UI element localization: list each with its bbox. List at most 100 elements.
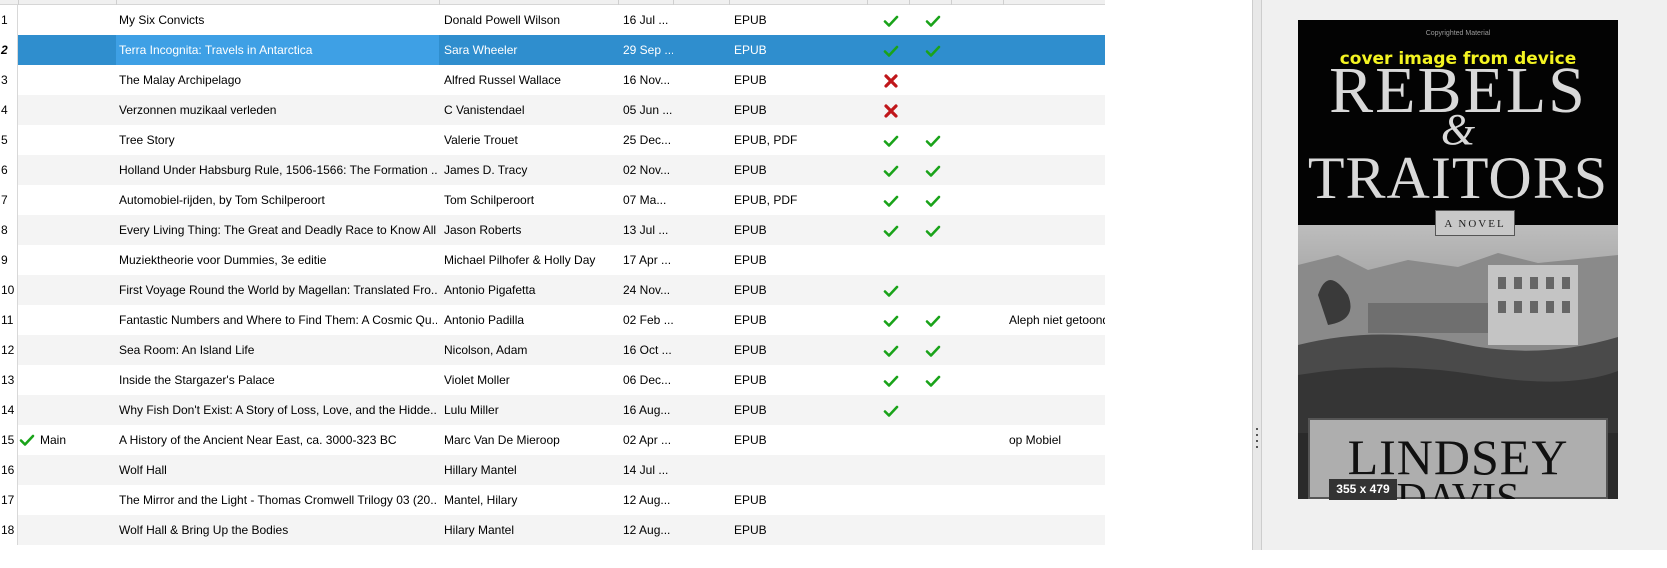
cell-date[interactable]: 25 Dec... — [618, 125, 673, 155]
cell-title[interactable]: Terra Incognita: Travels in Antarctica — [116, 35, 437, 65]
pane-splitter[interactable] — [1252, 0, 1262, 550]
table-row-selected[interactable]: 2 Terra Incognita: Travels in Antarctica S… — [0, 35, 1105, 65]
cell-on-device[interactable] — [18, 185, 116, 215]
row-number[interactable]: 18 — [0, 515, 18, 545]
cell-date[interactable]: 16 Jul ... — [618, 5, 673, 35]
row-number[interactable]: 10 — [0, 275, 18, 305]
cell-on-device[interactable] — [18, 245, 116, 275]
row-number[interactable]: 16 — [0, 455, 18, 485]
cell-status-2[interactable] — [915, 95, 951, 125]
cell-note[interactable] — [1003, 95, 1105, 125]
cell-on-device[interactable] — [18, 125, 116, 155]
cell-title[interactable]: Wolf Hall & Bring Up the Bodies — [116, 515, 437, 545]
cell-status-1[interactable] — [873, 215, 909, 245]
cell-author[interactable]: C Vanistendael — [439, 95, 618, 125]
cell-status-1[interactable] — [873, 395, 909, 425]
table-row[interactable]: 1 My Six Convicts Donald Powell Wilson 16 J… — [0, 5, 1105, 35]
cell-formats[interactable]: EPUB — [729, 215, 867, 245]
cell-note[interactable]: op Mobiel — [1003, 425, 1105, 455]
table-row[interactable]: 6 Holland Under Habsburg Rule, 1506-1566:… — [0, 155, 1105, 185]
cell-on-device[interactable] — [18, 65, 116, 95]
cell-note[interactable] — [1003, 35, 1105, 65]
cell-date[interactable]: 17 Apr ... — [618, 245, 673, 275]
cell-status-1[interactable] — [873, 335, 909, 365]
cell-author[interactable]: James D. Tracy — [439, 155, 618, 185]
cell-formats[interactable]: EPUB — [729, 515, 867, 545]
cell-author[interactable]: Antonio Padilla — [439, 305, 618, 335]
table-row[interactable]: 13 Inside the Stargazer's Palace Violet Mo… — [0, 365, 1105, 395]
cell-author[interactable]: Antonio Pigafetta — [439, 275, 618, 305]
cell-status-2[interactable] — [915, 305, 951, 335]
cell-formats[interactable]: EPUB, PDF — [729, 125, 867, 155]
cell-note[interactable] — [1003, 5, 1105, 35]
cell-on-device[interactable] — [18, 365, 116, 395]
row-number[interactable]: 11 — [0, 305, 18, 335]
cell-on-device[interactable] — [18, 155, 116, 185]
cell-note[interactable] — [1003, 515, 1105, 545]
cell-status-2[interactable] — [915, 365, 951, 395]
cell-status-1[interactable] — [873, 95, 909, 125]
book-list-table[interactable]: 1 My Six Convicts Donald Powell Wilson 16 J… — [0, 0, 1252, 550]
cell-status-2[interactable] — [915, 395, 951, 425]
splitter-grip-icon[interactable] — [1256, 428, 1259, 452]
cell-formats[interactable]: EPUB — [729, 5, 867, 35]
cell-formats[interactable]: EPUB — [729, 335, 867, 365]
cell-formats[interactable]: EPUB — [729, 245, 867, 275]
cell-formats[interactable]: EPUB — [729, 425, 867, 455]
cell-formats[interactable]: EPUB — [729, 95, 867, 125]
row-number[interactable]: 8 — [0, 215, 18, 245]
cell-title[interactable]: Muziektheorie voor Dummies, 3e editie — [116, 245, 437, 275]
row-number[interactable]: 7 — [0, 185, 18, 215]
cell-status-2[interactable] — [915, 455, 951, 485]
cell-date[interactable]: 13 Jul ... — [618, 215, 673, 245]
cell-status-1[interactable] — [873, 125, 909, 155]
cell-author[interactable]: Alfred Russel Wallace — [439, 65, 618, 95]
table-row[interactable]: 11 Fantastic Numbers and Where to Find Th… — [0, 305, 1105, 335]
cell-date[interactable]: 16 Nov... — [618, 65, 673, 95]
cell-date[interactable]: 16 Aug... — [618, 395, 673, 425]
cell-on-device[interactable] — [18, 95, 116, 125]
cell-status-2[interactable] — [915, 245, 951, 275]
cell-status-1[interactable] — [873, 365, 909, 395]
cell-status-2[interactable] — [915, 515, 951, 545]
cell-title[interactable]: First Voyage Round the World by Magellan… — [116, 275, 437, 305]
cell-title[interactable]: Automobiel-rijden, by Tom Schilperoort — [116, 185, 437, 215]
cell-status-2[interactable] — [915, 215, 951, 245]
cell-date[interactable]: 16 Oct ... — [618, 335, 673, 365]
cell-status-1[interactable] — [873, 185, 909, 215]
row-number[interactable]: 12 — [0, 335, 18, 365]
cell-author[interactable]: Donald Powell Wilson — [439, 5, 618, 35]
row-number[interactable]: 4 — [0, 95, 18, 125]
cell-status-1[interactable] — [873, 245, 909, 275]
cell-status-2[interactable] — [915, 5, 951, 35]
cell-status-1[interactable] — [873, 35, 909, 65]
table-row[interactable]: 14 Why Fish Don't Exist: A Story of Loss,… — [0, 395, 1105, 425]
cover-image[interactable]: Copyrighted Material REBELS & TRAITORS A… — [1298, 20, 1618, 499]
cell-status-1[interactable] — [873, 275, 909, 305]
cell-author[interactable]: Hillary Mantel — [439, 455, 618, 485]
cell-status-2[interactable] — [915, 155, 951, 185]
cell-formats[interactable]: EPUB — [729, 155, 867, 185]
cell-author[interactable]: Violet Moller — [439, 365, 618, 395]
cell-formats[interactable]: EPUB — [729, 485, 867, 515]
cell-formats[interactable]: EPUB — [729, 365, 867, 395]
cell-note[interactable] — [1003, 215, 1105, 245]
cell-date[interactable]: 02 Feb ... — [618, 305, 673, 335]
cell-formats[interactable] — [729, 455, 867, 485]
cell-status-2[interactable] — [915, 275, 951, 305]
cell-note[interactable] — [1003, 125, 1105, 155]
cell-date[interactable]: 12 Aug... — [618, 485, 673, 515]
cell-on-device[interactable] — [18, 275, 116, 305]
cell-status-1[interactable] — [873, 425, 909, 455]
row-number[interactable]: 15 — [0, 425, 18, 455]
cell-formats[interactable]: EPUB — [729, 305, 867, 335]
cell-on-device[interactable] — [18, 395, 116, 425]
cell-status-1[interactable] — [873, 65, 909, 95]
cell-author[interactable]: Jason Roberts — [439, 215, 618, 245]
cell-status-2[interactable] — [915, 65, 951, 95]
cell-title[interactable]: Every Living Thing: The Great and Deadly… — [116, 215, 437, 245]
row-number[interactable]: 17 — [0, 485, 18, 515]
cell-formats[interactable]: EPUB — [729, 275, 867, 305]
table-row[interactable]: 12 Sea Room: An Island Life Nicolson, Adam… — [0, 335, 1105, 365]
cell-author[interactable]: Marc Van De Mieroop — [439, 425, 618, 455]
